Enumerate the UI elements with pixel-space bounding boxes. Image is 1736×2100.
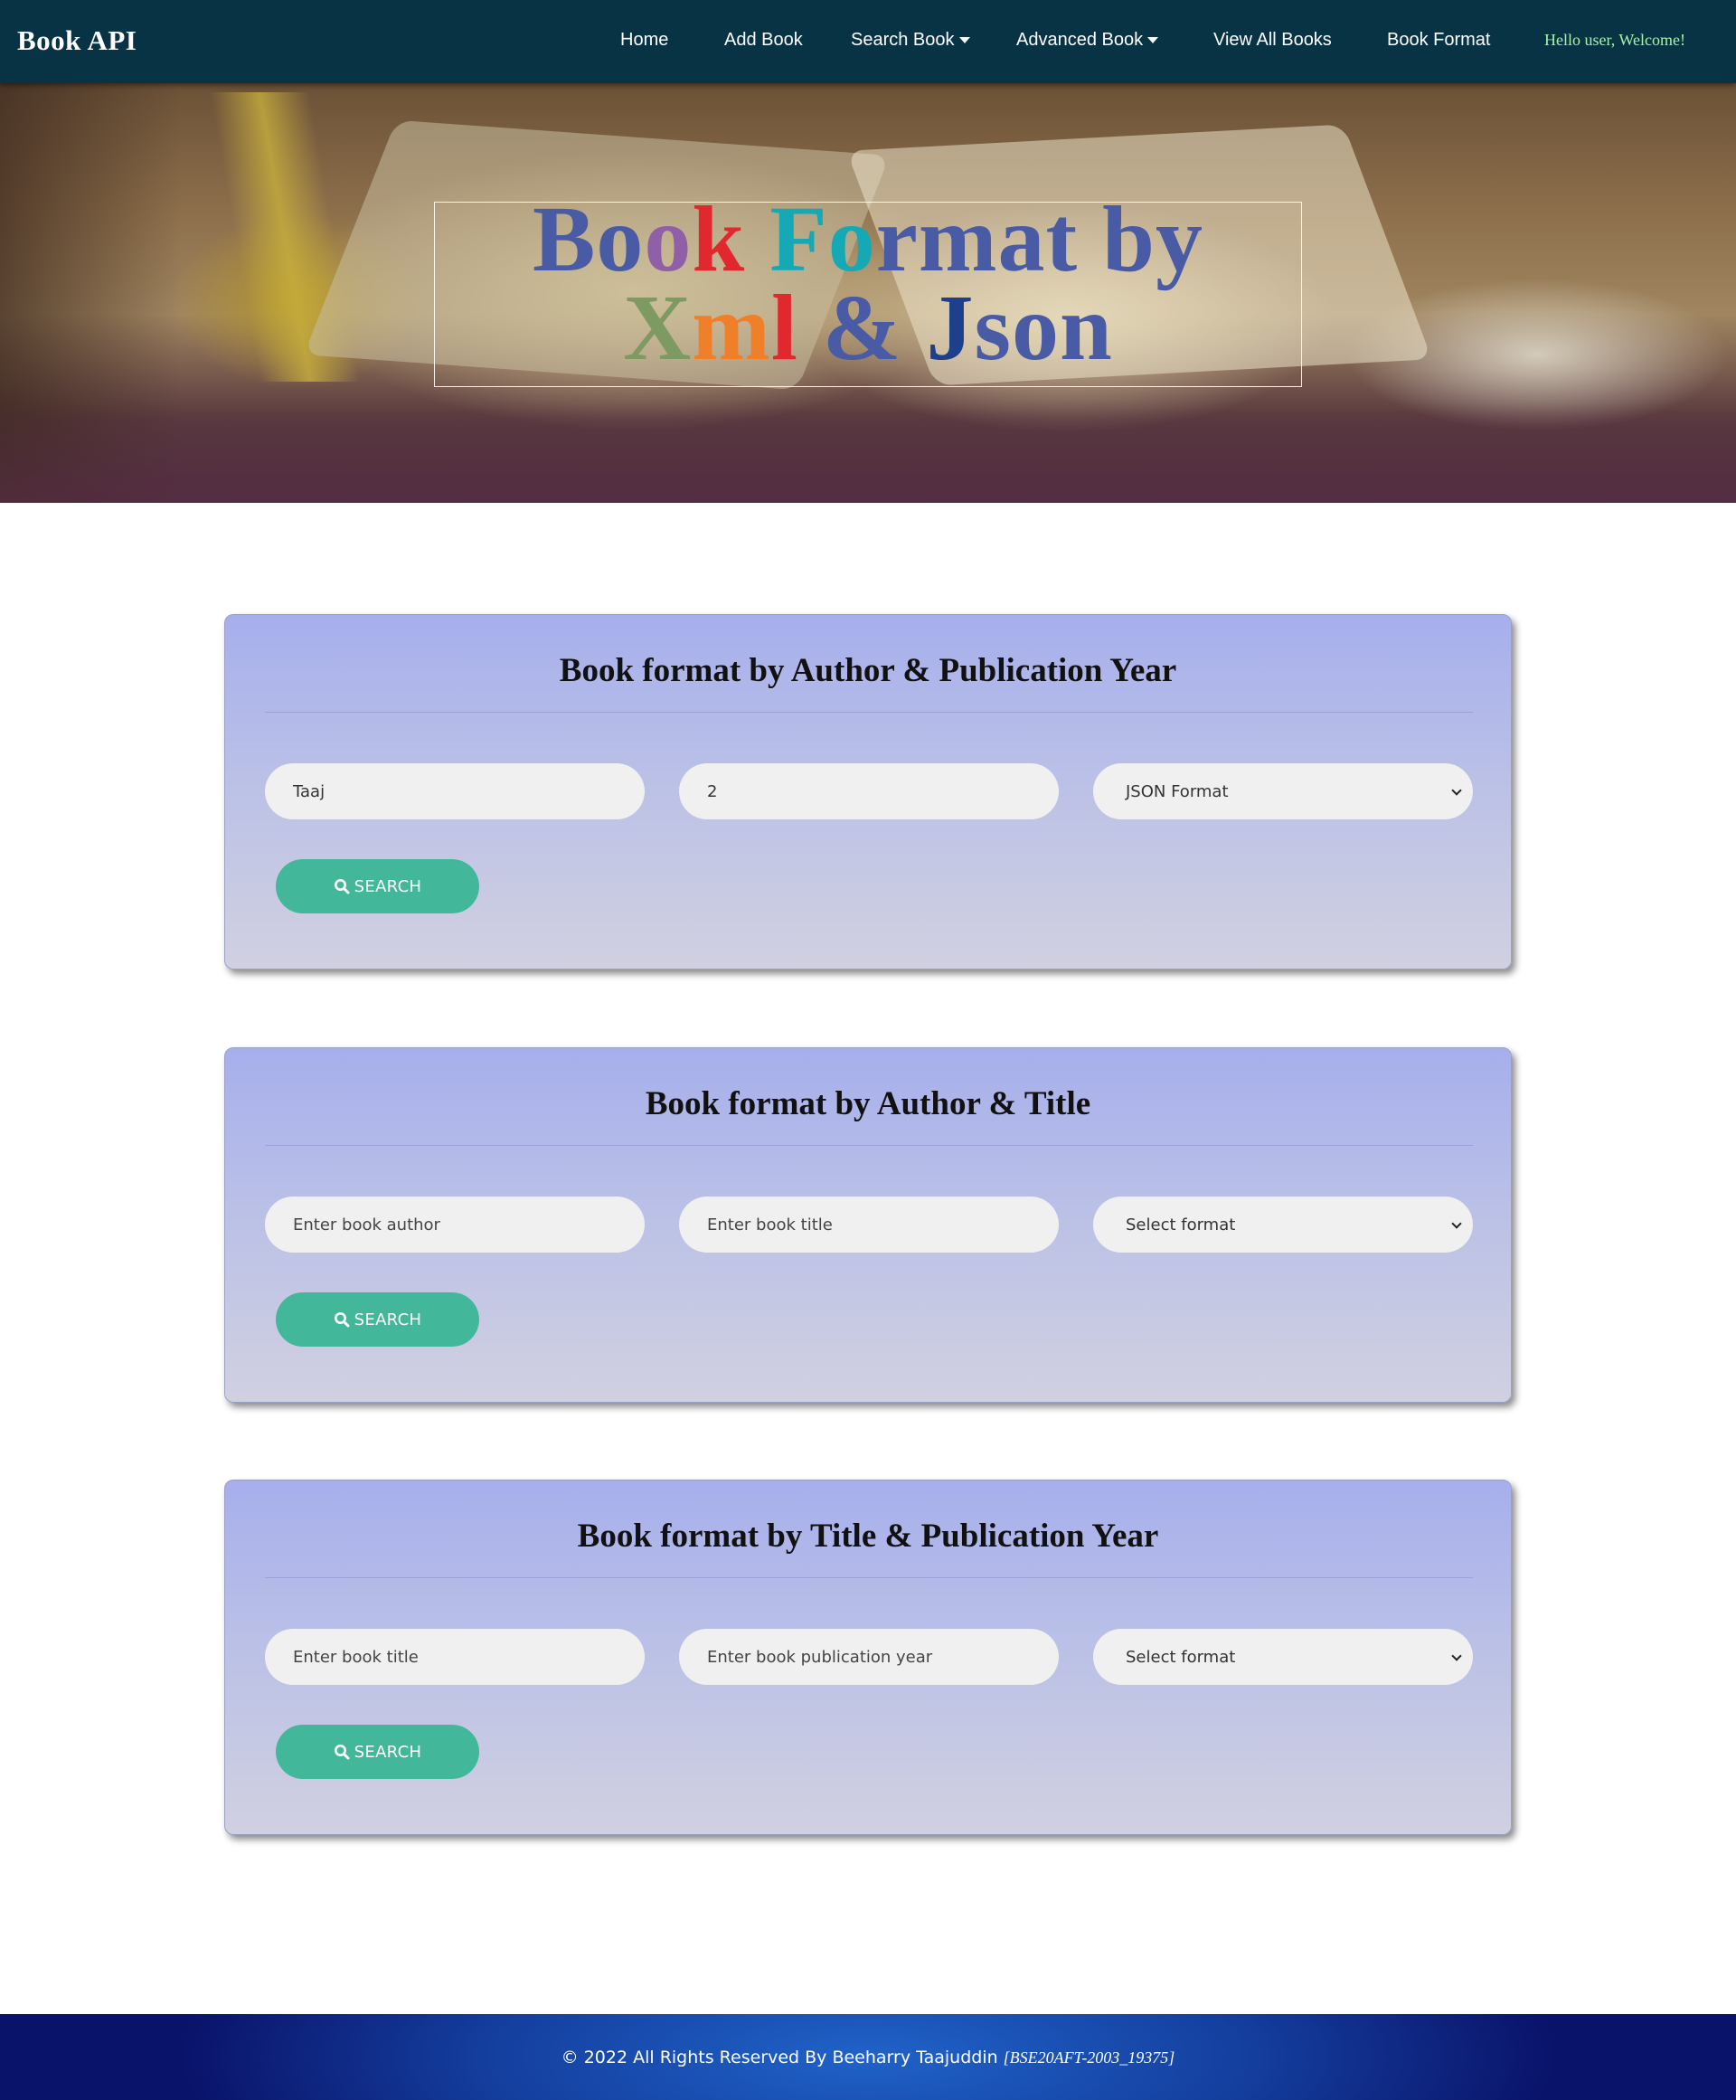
hero-title-letter: o — [644, 187, 693, 291]
hero-title-letter: s — [974, 276, 1012, 380]
hero-title-letter: k — [692, 187, 746, 291]
hero-title: Book Format by Xml & Json — [434, 187, 1302, 380]
hero-title-line-1: Book Format by — [434, 187, 1302, 291]
hero-title-letter: o — [596, 187, 645, 291]
hero-title-letter: y — [1156, 187, 1204, 291]
search-button[interactable]: SEARCH — [276, 859, 479, 913]
nav-search-book-label: Search Book — [851, 30, 955, 50]
nav-view-all-books-label: View All Books — [1213, 30, 1332, 50]
format-select[interactable]: Select format — [1093, 1197, 1473, 1253]
nav-links: Home Add Book Search Book Advanced Book … — [0, 0, 1736, 83]
search-button[interactable]: SEARCH — [276, 1725, 479, 1779]
hero-title-letter: t — [1045, 187, 1079, 291]
format-select-value: Select format — [1126, 1647, 1236, 1667]
nav-search-book-dropdown[interactable]: Search Book — [851, 30, 970, 51]
publication-year-input[interactable]: 2 — [679, 763, 1059, 819]
chevron-down-icon — [1451, 1218, 1462, 1229]
caret-down-icon — [958, 37, 970, 43]
nav-book-format[interactable]: Book Format — [1387, 30, 1490, 51]
search-button-label: SEARCH — [354, 1742, 422, 1762]
title-input[interactable]: Enter book title — [679, 1197, 1059, 1253]
nav-home[interactable]: Home — [620, 30, 668, 51]
caret-down-icon — [1147, 37, 1159, 43]
card-title: Book format by Title & Publication Year — [577, 1518, 1159, 1555]
nav-advanced-book-dropdown[interactable]: Advanced Book — [1016, 30, 1159, 51]
chevron-down-icon — [1451, 785, 1462, 796]
hero-title-letter: o — [1011, 276, 1060, 380]
hero-title-letter — [745, 195, 769, 284]
nav-book-format-label: Book Format — [1387, 30, 1491, 50]
hero-title-letter: X — [623, 276, 693, 380]
format-select[interactable]: Select format — [1093, 1629, 1473, 1685]
nav-advanced-book-label: Advanced Book — [1016, 30, 1144, 50]
footer-copyright-text: © 2022 All Rights Reserved By Beeharry T… — [561, 2047, 998, 2067]
footer-copyright: © 2022 All Rights Reserved By Beeharry T… — [561, 2048, 1175, 2067]
hero-title-letter: J — [926, 276, 975, 380]
search-icon — [334, 1745, 350, 1760]
nav-add-book-label: Add Book — [724, 30, 803, 50]
card-divider — [265, 712, 1473, 713]
hero-title-letter: a — [997, 187, 1046, 291]
hero-title-letter: m — [918, 187, 998, 291]
format-card-author-title: Book format by Author & Title Enter book… — [224, 1047, 1512, 1403]
hero-title-letter: F — [769, 187, 828, 291]
card-divider — [265, 1145, 1473, 1146]
footer-student-id: [BSE20AFT-2003_19375] — [1003, 2048, 1175, 2067]
publication-year-input[interactable]: Enter book publication year — [679, 1629, 1059, 1685]
hero-bg-shade-bottom — [0, 403, 1736, 503]
hero-title-letter — [1078, 195, 1102, 284]
format-card-title-year: Book format by Title & Publication Year … — [224, 1480, 1512, 1835]
hero-title-letter: r — [875, 187, 919, 291]
search-button-label: SEARCH — [354, 1310, 422, 1329]
hero-title-letter: l — [770, 276, 798, 380]
format-select-value: JSON Format — [1126, 781, 1229, 801]
hero-banner: Book Format by Xml & Json — [0, 83, 1736, 503]
chevron-down-icon — [1451, 1651, 1462, 1661]
footer: © 2022 All Rights Reserved By Beeharry T… — [0, 2014, 1736, 2100]
nav-view-all-books[interactable]: View All Books — [1213, 30, 1332, 51]
card-title: Book format by Author & Publication Year — [559, 652, 1177, 689]
search-icon — [334, 879, 350, 894]
hero-title-line-2: Xml & Json — [434, 276, 1302, 380]
card-title: Book format by Author & Title — [645, 1085, 1091, 1122]
hero-title-letter: b — [1102, 187, 1156, 291]
search-button[interactable]: SEARCH — [276, 1292, 479, 1347]
hero-title-letter — [798, 284, 823, 373]
search-icon — [334, 1312, 350, 1328]
nav-home-label: Home — [620, 30, 669, 50]
hero-title-letter — [901, 284, 926, 373]
card-divider — [265, 1577, 1473, 1578]
author-input[interactable]: Enter book author — [265, 1197, 645, 1253]
author-input[interactable]: Taaj — [265, 763, 645, 819]
welcome-message: Hello user, Welcome! — [1544, 31, 1685, 49]
hero-title-letter: B — [532, 187, 597, 291]
title-input[interactable]: Enter book title — [265, 1629, 645, 1685]
navbar: Book API Home Add Book Search Book Advan… — [0, 0, 1736, 83]
search-button-label: SEARCH — [354, 876, 422, 896]
hero-title-letter: n — [1059, 276, 1113, 380]
hero-title-letter: & — [822, 276, 902, 380]
format-select[interactable]: JSON Format — [1093, 763, 1473, 819]
hero-title-letter: o — [827, 187, 876, 291]
format-card-author-year: Book format by Author & Publication Year… — [224, 614, 1512, 970]
format-select-value: Select format — [1126, 1215, 1236, 1234]
nav-add-book[interactable]: Add Book — [724, 30, 803, 51]
hero-title-letter: m — [692, 276, 771, 380]
